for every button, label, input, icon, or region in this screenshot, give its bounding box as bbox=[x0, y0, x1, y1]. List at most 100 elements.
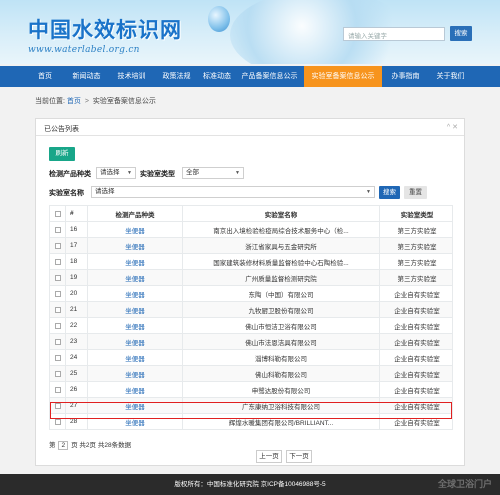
row-checkbox-cell[interactable] bbox=[50, 270, 66, 285]
lab-name-select[interactable]: 请选择 ▼ bbox=[91, 186, 375, 198]
row-checkbox-cell[interactable] bbox=[50, 318, 66, 333]
lab-type-select[interactable]: 全部 ▼ bbox=[182, 167, 244, 179]
product-type-select[interactable]: 请选择 ▼ bbox=[96, 167, 136, 179]
nav-item-news[interactable]: 新闻动态 bbox=[64, 66, 109, 87]
row-product[interactable]: 坐便器 bbox=[88, 318, 183, 333]
site-search-input[interactable]: 请输入关键字 bbox=[343, 27, 445, 41]
row-checkbox[interactable] bbox=[54, 226, 61, 233]
pager-info: 第 2 页 共2页 共28条数据 bbox=[49, 439, 131, 450]
row-product[interactable]: 坐便器 bbox=[88, 350, 183, 365]
row-checkbox[interactable] bbox=[54, 418, 61, 425]
header-lab-type[interactable]: 实验室类型 bbox=[380, 206, 454, 221]
row-checkbox[interactable] bbox=[54, 290, 61, 297]
row-num: 21 bbox=[66, 302, 88, 317]
table-row[interactable]: 25 坐便器 佛山科勒有限公司 企业自有实验室 bbox=[49, 366, 453, 382]
table-row[interactable]: 23 坐便器 佛山市法恩洁具有限公司 企业自有实验室 bbox=[49, 334, 453, 350]
table-row[interactable]: 21 坐便器 九牧厨卫股份有限公司 企业自有实验室 bbox=[49, 302, 453, 318]
chevron-down-icon: ▼ bbox=[127, 170, 132, 176]
row-checkbox-cell[interactable] bbox=[50, 238, 66, 253]
row-lab-name: 申鹭达股份有限公司 bbox=[183, 382, 380, 397]
row-checkbox[interactable] bbox=[54, 338, 61, 345]
lab-type-label: 实验室类型 bbox=[140, 171, 175, 178]
table-row[interactable]: 27 坐便器 广东康纳卫浴科技有限公司 企业自有实验室 bbox=[49, 398, 453, 414]
row-checkbox-cell[interactable] bbox=[50, 414, 66, 429]
row-checkbox[interactable] bbox=[54, 274, 61, 281]
row-lab-name: 浙江省家具与五金研究所 bbox=[183, 238, 380, 253]
row-checkbox-cell[interactable] bbox=[50, 254, 66, 269]
row-product[interactable]: 坐便器 bbox=[88, 302, 183, 317]
row-num: 24 bbox=[66, 350, 88, 365]
table-row[interactable]: 16 坐便器 南京出入境检验检疫局综合技术服务中心（检... 第三方实验室 bbox=[49, 222, 453, 238]
row-product[interactable]: 坐便器 bbox=[88, 334, 183, 349]
filter-reset-button[interactable]: 重置 bbox=[404, 186, 427, 199]
header-lab-name[interactable]: 实验室名称 bbox=[183, 206, 380, 221]
breadcrumb-home[interactable]: 首页 bbox=[67, 98, 81, 105]
row-product[interactable]: 坐便器 bbox=[88, 382, 183, 397]
row-checkbox[interactable] bbox=[54, 258, 61, 265]
table-row[interactable]: 18 坐便器 国家建筑装修材料质量监督检验中心石陶检验... 第三方实验室 bbox=[49, 254, 453, 270]
row-checkbox[interactable] bbox=[54, 354, 61, 361]
row-num: 18 bbox=[66, 254, 88, 269]
row-product[interactable]: 坐便器 bbox=[88, 398, 183, 413]
table-row[interactable]: 24 坐便器 淄博科勒有限公司 企业自有实验室 bbox=[49, 350, 453, 366]
nav-item-product-filing[interactable]: 产品备案信息公示 bbox=[235, 66, 304, 87]
nav-item-policy[interactable]: 政策法规 bbox=[154, 66, 199, 87]
table-row[interactable]: 22 坐便器 佛山市恒洁卫浴有限公司 企业自有实验室 bbox=[49, 318, 453, 334]
row-num: 25 bbox=[66, 366, 88, 381]
site-search-button[interactable]: 搜索 bbox=[450, 26, 472, 41]
nav-item-standards[interactable]: 标准动态 bbox=[199, 66, 235, 87]
row-product[interactable]: 坐便器 bbox=[88, 254, 183, 269]
row-num: 26 bbox=[66, 382, 88, 397]
refresh-button[interactable]: 刷新 bbox=[49, 147, 75, 161]
nav-item-training[interactable]: 技术培训 bbox=[109, 66, 154, 87]
next-page-button[interactable]: 下一页 bbox=[286, 450, 312, 463]
row-lab-name: 淄博科勒有限公司 bbox=[183, 350, 380, 365]
row-checkbox-cell[interactable] bbox=[50, 382, 66, 397]
nav-item-about[interactable]: 关于我们 bbox=[428, 66, 473, 87]
nav-item-lab-filing[interactable]: 实验室备案信息公示 bbox=[304, 66, 382, 87]
site-logo[interactable]: 中国水效标识网 www.waterlabel.org.cn bbox=[28, 14, 182, 55]
row-product[interactable]: 坐便器 bbox=[88, 366, 183, 381]
prev-page-button[interactable]: 上一页 bbox=[256, 450, 282, 463]
row-checkbox[interactable] bbox=[54, 370, 61, 377]
table-row[interactable]: 28 坐便器 辉煌水暖集团有限公司/BRILLIANT... 企业自有实验室 bbox=[49, 414, 453, 430]
row-checkbox[interactable] bbox=[54, 322, 61, 329]
page-number-input[interactable]: 2 bbox=[58, 441, 69, 450]
panel-header: 已公告列表 ^ ✕ bbox=[36, 119, 464, 136]
row-product[interactable]: 坐便器 bbox=[88, 414, 183, 429]
row-checkbox[interactable] bbox=[54, 306, 61, 313]
row-lab-name: 广州质量监督检测研究院 bbox=[183, 270, 380, 285]
select-all-cell[interactable] bbox=[50, 206, 66, 221]
table-row[interactable]: 17 坐便器 浙江省家具与五金研究所 第三方实验室 bbox=[49, 238, 453, 254]
announced-list-panel: 已公告列表 ^ ✕ 刷新 检测产品种类 请选择 ▼ 实验室类型 全部 ▼ 实验室… bbox=[35, 118, 465, 466]
row-checkbox-cell[interactable] bbox=[50, 366, 66, 381]
row-product[interactable]: 坐便器 bbox=[88, 286, 183, 301]
row-checkbox-cell[interactable] bbox=[50, 286, 66, 301]
table-row[interactable]: 19 坐便器 广州质量监督检测研究院 第三方实验室 bbox=[49, 270, 453, 286]
product-type-label: 检测产品种类 bbox=[49, 171, 91, 178]
select-all-checkbox[interactable] bbox=[54, 210, 61, 217]
panel-title: 已公告列表 bbox=[44, 126, 79, 133]
row-product[interactable]: 坐便器 bbox=[88, 238, 183, 253]
row-product[interactable]: 坐便器 bbox=[88, 270, 183, 285]
row-product[interactable]: 坐便器 bbox=[88, 222, 183, 237]
header-product[interactable]: 检测产品种类 bbox=[88, 206, 183, 221]
row-checkbox-cell[interactable] bbox=[50, 334, 66, 349]
row-num: 22 bbox=[66, 318, 88, 333]
row-checkbox-cell[interactable] bbox=[50, 302, 66, 317]
panel-collapse-close-icons[interactable]: ^ ✕ bbox=[447, 123, 458, 131]
row-checkbox[interactable] bbox=[54, 386, 61, 393]
nav-item-home[interactable]: 首页 bbox=[26, 66, 64, 87]
row-checkbox[interactable] bbox=[54, 402, 61, 409]
row-checkbox-cell[interactable] bbox=[50, 222, 66, 237]
nav-item-guide[interactable]: 办事指南 bbox=[383, 66, 428, 87]
row-lab-type: 企业自有实验室 bbox=[394, 291, 440, 299]
filter-search-button[interactable]: 搜索 bbox=[379, 186, 400, 199]
lab-table: # 检测产品种类 实验室名称 实验室类型 16 坐便器 南京出入境检验检疫局综合技术… bbox=[49, 205, 453, 430]
row-checkbox-cell[interactable] bbox=[50, 350, 66, 365]
table-header-row: # 检测产品种类 实验室名称 实验室类型 bbox=[49, 205, 453, 222]
row-checkbox[interactable] bbox=[54, 242, 61, 249]
table-row[interactable]: 26 坐便器 申鹭达股份有限公司 企业自有实验室 bbox=[49, 382, 453, 398]
row-checkbox-cell[interactable] bbox=[50, 398, 66, 413]
table-row[interactable]: 20 坐便器 东陶（中国）有限公司 企业自有实验室 bbox=[49, 286, 453, 302]
